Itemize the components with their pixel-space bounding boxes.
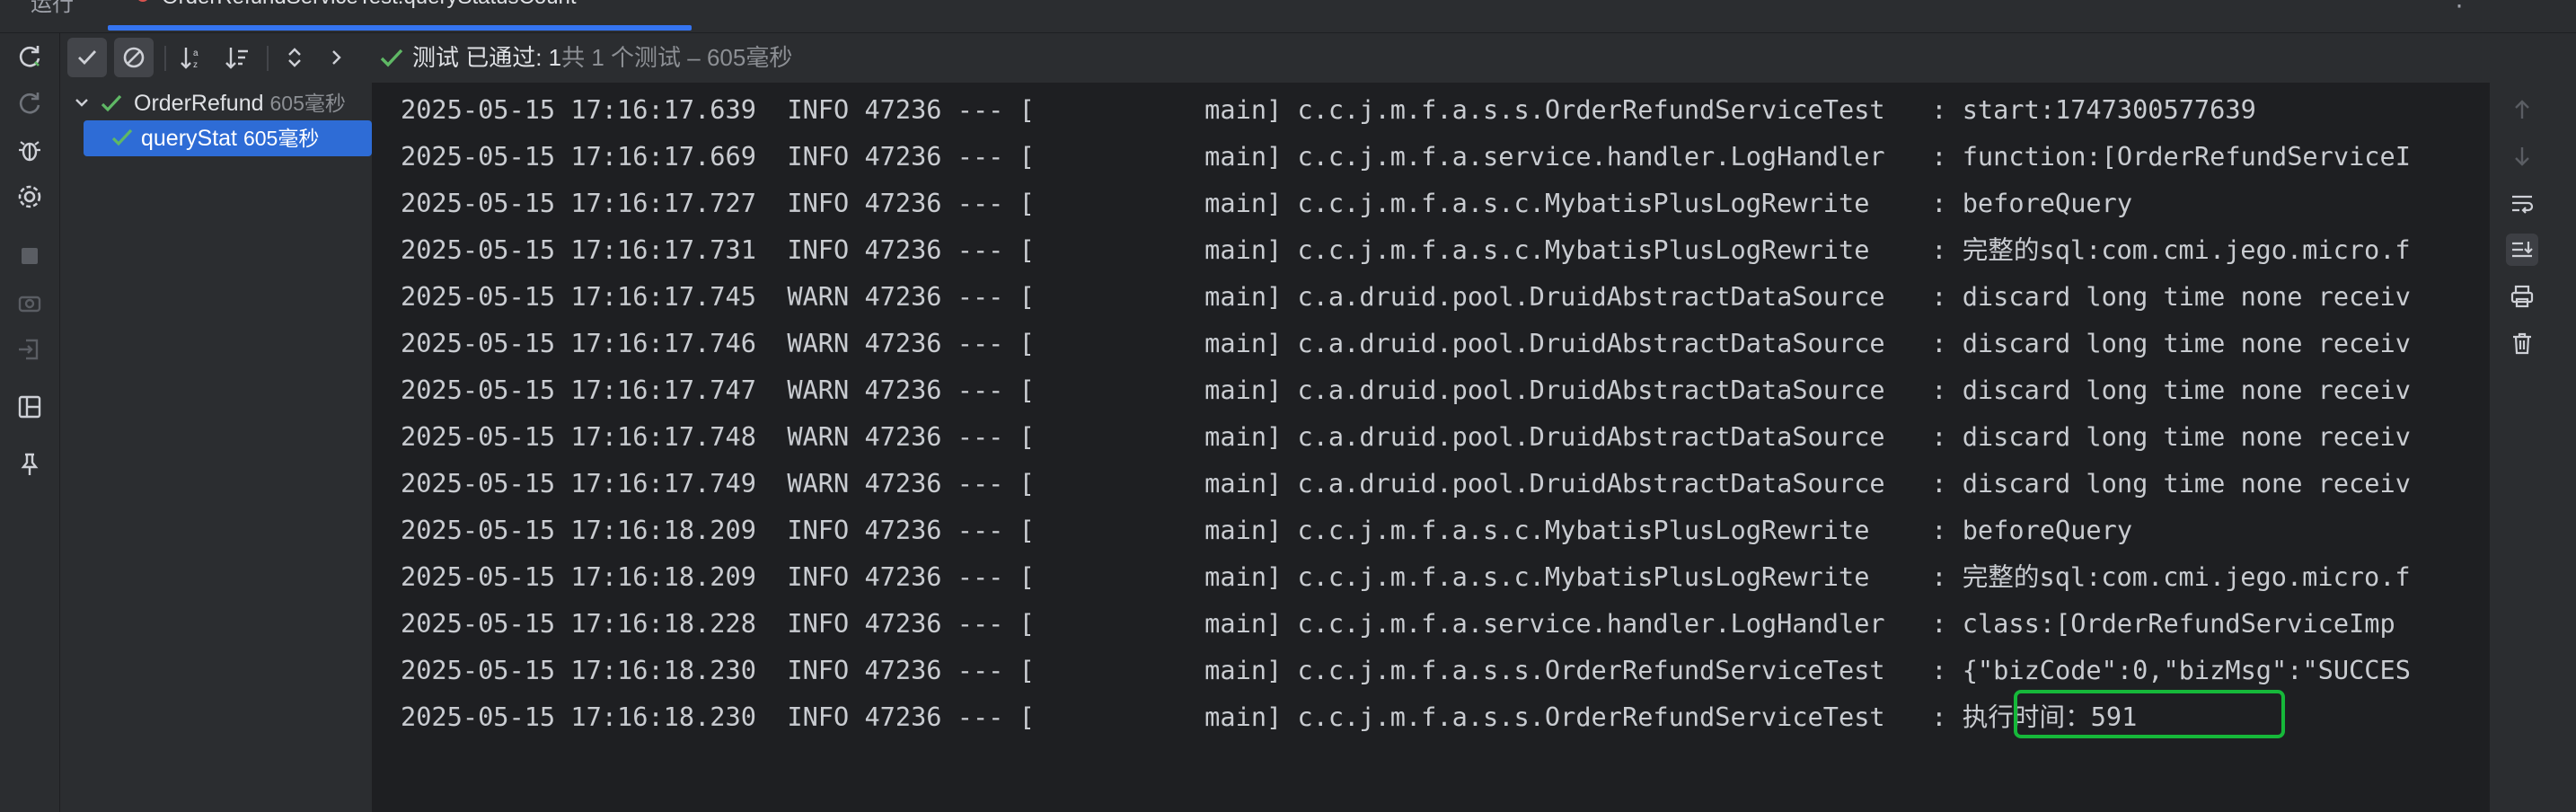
- active-tab-indicator: [108, 25, 692, 31]
- close-icon[interactable]: ×: [659, 0, 671, 7]
- console-output[interactable]: 2025-05-15 17:16:17.639 INFO 47236 --- […: [374, 83, 2490, 812]
- passed-check-icon: [380, 49, 403, 67]
- test-class-label: OrderRefund 605毫秒: [134, 88, 346, 119]
- test-tree: OrderRefund 605毫秒 queryStat 605毫秒: [60, 83, 374, 812]
- log-line: 2025-05-15 17:16:17.669 INFO 47236 --- […: [401, 141, 2411, 172]
- log-line: 2025-05-15 17:16:17.639 INFO 47236 --- […: [401, 94, 2256, 125]
- show-ignored-toggle[interactable]: [114, 38, 154, 77]
- test-class-duration: 605毫秒: [269, 92, 346, 115]
- run-tab-label: OrderRefundServiceTest.queryStatusCount: [162, 0, 577, 10]
- clear-all-icon[interactable]: [2506, 327, 2538, 359]
- soft-wrap-icon[interactable]: [2506, 187, 2538, 219]
- log-line: 2025-05-15 17:16:17.731 INFO 47236 --- […: [401, 234, 2411, 265]
- log-line: 2025-05-15 17:16:17.746 WARN 47236 --- […: [401, 328, 2411, 358]
- screenshot-icon[interactable]: [15, 288, 44, 317]
- expand-collapse-icon[interactable]: [279, 42, 310, 73]
- sort-by-duration-icon[interactable]: [222, 42, 252, 73]
- scroll-to-end-icon[interactable]: [2506, 234, 2538, 266]
- settings-icon[interactable]: [15, 182, 44, 211]
- toolbar-separator: [164, 46, 166, 71]
- test-method-name: queryStat: [141, 126, 238, 151]
- arrow-up-icon[interactable]: [2506, 93, 2538, 126]
- log-line: 2025-05-15 17:16:17.727 INFO 47236 --- […: [401, 188, 2133, 218]
- console-actions-bar: [2490, 83, 2576, 812]
- more-options-icon[interactable]: ⋮: [2447, 0, 2472, 12]
- execution-time-highlight: [2014, 690, 2285, 738]
- stop-icon[interactable]: [15, 242, 44, 270]
- test-status-summary: 测试 已通过: 1共 1 个测试 – 605毫秒: [412, 40, 792, 75]
- log-line: 2025-05-15 17:16:17.749 WARN 47236 --- […: [401, 468, 2411, 499]
- ignored-icon: [123, 47, 145, 68]
- layout-icon[interactable]: [15, 393, 44, 421]
- chevron-down-icon[interactable]: [73, 93, 91, 111]
- log-line: 2025-05-15 17:16:17.745 WARN 47236 --- […: [401, 281, 2411, 312]
- svg-text:z: z: [193, 60, 198, 70]
- passed-check-icon: [101, 94, 122, 112]
- log-line: 2025-05-15 17:16:18.209 INFO 47236 --- […: [401, 515, 2133, 545]
- tree-node-test-method[interactable]: queryStat 605毫秒: [84, 120, 372, 156]
- print-icon[interactable]: [2506, 280, 2538, 313]
- debug-rerun-icon[interactable]: [15, 136, 44, 164]
- svg-text:a: a: [193, 49, 198, 58]
- tree-node-test-class[interactable]: OrderRefund 605毫秒: [60, 84, 372, 122]
- log-line: 2025-05-15 17:16:18.230 INFO 47236 --- […: [401, 702, 2138, 732]
- rerun-failed-icon[interactable]: [15, 89, 44, 118]
- test-class-name: OrderRefund: [134, 91, 264, 116]
- status-title: 测试 已通过: 1: [412, 44, 562, 71]
- rerun-icon[interactable]: [15, 42, 44, 71]
- show-passed-toggle[interactable]: [67, 38, 107, 77]
- log-line: 2025-05-15 17:16:18.209 INFO 47236 --- […: [401, 561, 2411, 592]
- test-results-toolbar: az 测试 已通过: 1共 1 个测试 – 605毫秒: [60, 33, 2576, 83]
- passed-check-icon: [111, 128, 133, 146]
- exit-icon[interactable]: [15, 335, 44, 364]
- arrow-down-icon[interactable]: [2506, 140, 2538, 172]
- chevron-right-icon[interactable]: [321, 42, 351, 73]
- tool-window-tabbar: 运行 OrderRefundServiceTest.queryStatusCou…: [0, 0, 2576, 33]
- toolbar-separator: [267, 46, 269, 71]
- sort-alphabetically-icon[interactable]: az: [177, 42, 207, 73]
- status-detail: 共 1 个测试 – 605毫秒: [561, 44, 793, 71]
- test-run-icon: [138, 0, 147, 2]
- log-line: 2025-05-15 17:16:17.747 WARN 47236 --- […: [401, 375, 2411, 405]
- test-method-duration: 605毫秒: [243, 127, 320, 150]
- run-tool-window-title: 运行: [31, 0, 74, 16]
- checkmark-icon: [78, 50, 97, 66]
- log-line: 2025-05-15 17:16:18.228 INFO 47236 --- […: [401, 608, 2395, 639]
- test-method-label: queryStat 605毫秒: [141, 122, 319, 154]
- log-line: 2025-05-15 17:16:17.748 WARN 47236 --- […: [401, 421, 2411, 452]
- log-line: 2025-05-15 17:16:18.230 INFO 47236 --- […: [401, 655, 2411, 685]
- run-actions-bar: [0, 33, 60, 812]
- pin-icon[interactable]: [15, 450, 44, 479]
